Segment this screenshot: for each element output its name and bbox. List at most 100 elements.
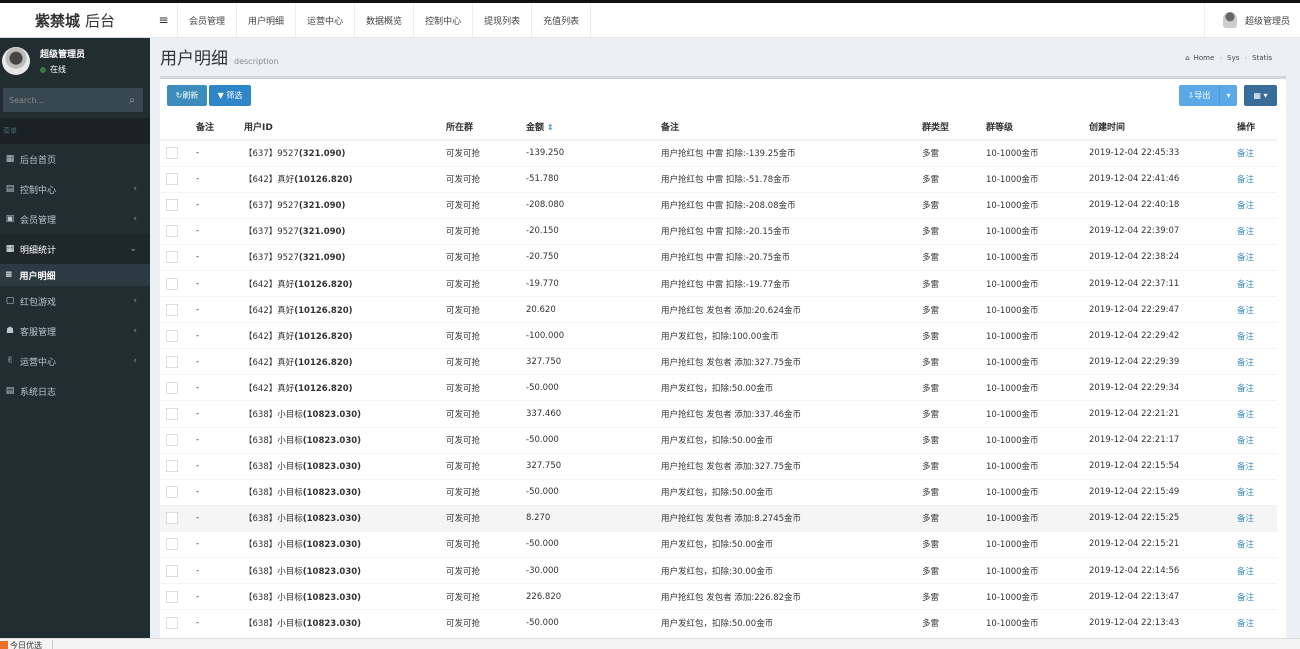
table-row[interactable]: - 【638】小目标(10823.030) 可发可抢 337.460 用户抢红包 发包者… — [160, 400, 1277, 428]
breadcrumb-sys[interactable]: Sys — [1227, 54, 1239, 62]
header-amount[interactable]: 金额 ⇕ — [526, 113, 661, 141]
table-row[interactable]: - 【637】9527(321.090) 可发可抢 -20.750 用户抢红包 中雷 扣… — [160, 243, 1277, 271]
columns-toggle-button[interactable]: ▦ ▾ — [1244, 85, 1277, 106]
topnav-item-recharge[interactable]: 充值列表 — [532, 3, 592, 37]
row-checkbox[interactable] — [166, 381, 178, 394]
table-row[interactable]: - 【638】小目标(10823.030) 可发可抢 -50.000 用户发红包，扣除:… — [160, 426, 1277, 454]
table-row[interactable]: - 【638】小目标(10823.030) 可发可抢 -50.000 用户发红包，扣除:… — [160, 530, 1277, 558]
cell-user-id: 【638】小目标(10823.030) — [244, 478, 446, 506]
cell-action: 备注 — [1237, 269, 1277, 297]
cell-remark: 用户发红包，扣除:50.00金币 — [661, 426, 922, 454]
row-select-cell — [160, 556, 196, 584]
sidebar-item-label: 系统日志 — [20, 387, 57, 398]
breadcrumb-home[interactable]: Home — [1194, 54, 1215, 62]
cell-note: - — [196, 191, 244, 219]
note-link[interactable]: 备注 — [1237, 149, 1254, 159]
cell-group: 可发可抢 — [446, 269, 526, 297]
sidebar-item-operations[interactable]: ✌ 运营中心 ‹ — [0, 346, 150, 376]
filter-button[interactable]: ▼ 筛选 — [209, 85, 251, 106]
topnav-item-withdraw[interactable]: 提现列表 — [473, 3, 533, 37]
note-link[interactable]: 备注 — [1237, 253, 1254, 263]
cell-remark: 用户发红包，扣除:50.00金币 — [661, 374, 922, 401]
table-row[interactable]: - 【637】9527(321.090) 可发可抢 -20.150 用户抢红包 中雷 扣… — [160, 217, 1277, 245]
row-checkbox[interactable] — [166, 512, 178, 525]
refresh-button[interactable]: ↻刷新 — [167, 85, 207, 106]
sidebar-item-customer-service[interactable]: ☗ 客服管理 ‹ — [0, 316, 150, 346]
note-link[interactable]: 备注 — [1237, 280, 1254, 290]
sidebar-item-dashboard[interactable]: ▦ 后台首页 — [0, 144, 150, 174]
table-row[interactable]: - 【637】9527(321.090) 可发可抢 -208.080 用户抢红包 中雷 … — [160, 191, 1277, 219]
table-row[interactable]: - 【638】小目标(10823.030) 可发可抢 8.270 用户抢红包 发包者 添… — [160, 504, 1277, 532]
row-checkbox[interactable] — [166, 486, 178, 499]
sidebar-search-input[interactable]: Search... ⌕ — [3, 88, 143, 112]
table-row[interactable]: - 【642】真好(10126.820) 可发可抢 -100.000 用户发红包，扣除:… — [160, 322, 1277, 349]
cell-group: 可发可抢 — [446, 374, 526, 401]
note-link[interactable]: 备注 — [1237, 619, 1254, 629]
search-icon[interactable]: ⌕ — [129, 95, 135, 106]
row-checkbox[interactable] — [166, 460, 178, 473]
table-row[interactable]: - 【642】真好(10126.820) 可发可抢 327.750 用户抢红包 发包者 … — [160, 348, 1277, 375]
cell-action: 备注 — [1237, 583, 1277, 610]
topnav-item-operations[interactable]: 运营中心 — [296, 3, 356, 37]
export-dropdown-button[interactable]: ▾ — [1219, 85, 1237, 106]
table-row[interactable]: - 【642】真好(10126.820) 可发可抢 20.620 用户抢红包 发包者 添… — [160, 296, 1277, 323]
table-row[interactable]: - 【638】小目标(10823.030) 可发可抢 -30.000 用户发红包，扣除:… — [160, 556, 1277, 584]
cell-user-id: 【638】小目标(10823.030) — [244, 530, 446, 558]
note-link[interactable]: 备注 — [1237, 227, 1254, 237]
topnav-item-control[interactable]: 控制中心 — [414, 3, 474, 37]
sidebar-item-member-management[interactable]: ▣ 会员管理 ‹ — [0, 204, 150, 234]
sidebar-toggle-button[interactable]: ≡ — [150, 3, 178, 37]
note-link[interactable]: 备注 — [1237, 593, 1254, 603]
note-link[interactable]: 备注 — [1237, 567, 1254, 577]
note-link[interactable]: 备注 — [1237, 514, 1254, 524]
row-checkbox[interactable] — [166, 355, 178, 368]
table-row[interactable]: - 【638】小目标(10823.030) 可发可抢 -50.000 用户发红包，扣除:… — [160, 609, 1277, 636]
table-row[interactable]: - 【642】真好(10126.820) 可发可抢 -50.000 用户发红包，扣除:5… — [160, 374, 1277, 401]
note-link[interactable]: 备注 — [1237, 436, 1254, 446]
topnav-item-data-overview[interactable]: 数据概览 — [355, 3, 415, 37]
table-row[interactable]: - 【642】真好(10126.820) 可发可抢 -51.780 用户抢红包 中雷 扣… — [160, 165, 1277, 193]
row-checkbox[interactable] — [166, 251, 178, 264]
note-link[interactable]: 备注 — [1237, 332, 1254, 342]
topnav-item-member[interactable]: 会员管理 — [178, 3, 238, 37]
table-row[interactable]: - 【638】小目标(10823.030) 可发可抢 327.750 用户抢红包 发包者… — [160, 452, 1277, 480]
row-checkbox[interactable] — [166, 329, 178, 342]
row-checkbox[interactable] — [166, 303, 178, 316]
note-link[interactable]: 备注 — [1237, 488, 1254, 498]
app-logo[interactable]: 紫禁城 后台 — [0, 3, 150, 38]
sidebar-subitem-user-detail[interactable]: ≡ 用户明细 — [0, 264, 150, 286]
note-link[interactable]: 备注 — [1237, 410, 1254, 420]
note-link[interactable]: 备注 — [1237, 540, 1254, 550]
note-link[interactable]: 备注 — [1237, 462, 1254, 472]
sidebar-item-system-log[interactable]: ▤ 系统日志 — [0, 376, 150, 406]
sort-icon[interactable]: ⇕ — [547, 123, 554, 132]
note-link[interactable]: 备注 — [1237, 384, 1254, 394]
note-link[interactable]: 备注 — [1237, 358, 1254, 368]
user-menu[interactable]: 超级管理员 — [1203, 3, 1300, 37]
sidebar-item-detail-stats[interactable]: ▦ 明细统计 ⌄ — [0, 234, 150, 264]
sidebar-item-red-packet-game[interactable]: ▢ 红包游戏 ‹ — [0, 286, 150, 316]
cell-remark: 用户抢红包 发包者 添加:20.624金币 — [661, 296, 922, 323]
table-row[interactable]: - 【637】9527(321.090) 可发可抢 -139.250 用户抢红包 中雷 … — [160, 139, 1277, 167]
row-checkbox[interactable] — [166, 147, 178, 160]
taskbar-item[interactable]: 今日优选 — [0, 640, 53, 649]
sidebar-item-control-center[interactable]: ▤ 控制中心 ‹ — [0, 174, 150, 204]
note-link[interactable]: 备注 — [1237, 201, 1254, 211]
table-row[interactable]: - 【638】小目标(10823.030) 可发可抢 226.820 用户抢红包 发包者… — [160, 583, 1277, 610]
row-checkbox[interactable] — [166, 564, 178, 577]
row-checkbox[interactable] — [166, 277, 178, 290]
table-row[interactable]: - 【638】小目标(10823.030) 可发可抢 -50.000 用户发红包，扣除:… — [160, 478, 1277, 506]
row-checkbox[interactable] — [166, 173, 178, 186]
row-checkbox[interactable] — [166, 616, 178, 629]
row-checkbox[interactable] — [166, 434, 178, 447]
row-checkbox[interactable] — [166, 407, 178, 420]
table-row[interactable]: - 【642】真好(10126.820) 可发可抢 -19.770 用户抢红包 中雷 扣… — [160, 269, 1277, 297]
note-link[interactable]: 备注 — [1237, 175, 1254, 185]
row-checkbox[interactable] — [166, 199, 178, 212]
note-link[interactable]: 备注 — [1237, 306, 1254, 316]
export-button[interactable]: ⇩导出 — [1179, 85, 1219, 106]
row-checkbox[interactable] — [166, 590, 178, 603]
row-checkbox[interactable] — [166, 538, 178, 551]
topnav-item-user-detail[interactable]: 用户明细 — [237, 3, 297, 37]
row-checkbox[interactable] — [166, 225, 178, 238]
